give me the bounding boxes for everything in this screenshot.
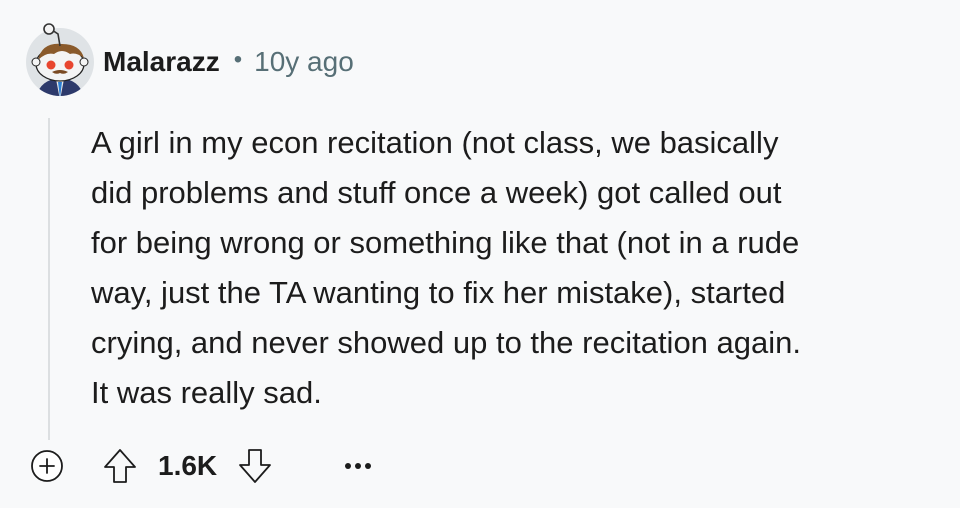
comment: Malarazz • 10y ago A girl in my econ rec… — [0, 0, 960, 508]
expand-thread-button[interactable] — [29, 448, 65, 484]
thread-line[interactable] — [48, 118, 50, 440]
comment-header: Malarazz • 10y ago — [103, 42, 354, 82]
upvote-button[interactable] — [100, 444, 140, 488]
downvote-button[interactable] — [235, 444, 275, 488]
snoo-avatar-icon — [26, 23, 94, 96]
downvote-arrow-icon — [239, 449, 272, 483]
meta-separator: • — [233, 46, 243, 73]
comment-timestamp[interactable]: 10y ago — [254, 46, 354, 78]
vote-score: 1.6K — [158, 450, 218, 481]
more-horizontal-icon — [345, 463, 371, 469]
vote-bar: 1.6K — [100, 444, 275, 488]
comment-body: A girl in my econ recitation (not class,… — [91, 125, 802, 410]
plus-circle-icon — [31, 450, 63, 482]
more-options-button[interactable] — [338, 450, 378, 482]
upvote-arrow-icon — [104, 449, 136, 483]
username-link[interactable]: Malarazz — [103, 46, 220, 78]
user-avatar[interactable] — [22, 22, 98, 98]
